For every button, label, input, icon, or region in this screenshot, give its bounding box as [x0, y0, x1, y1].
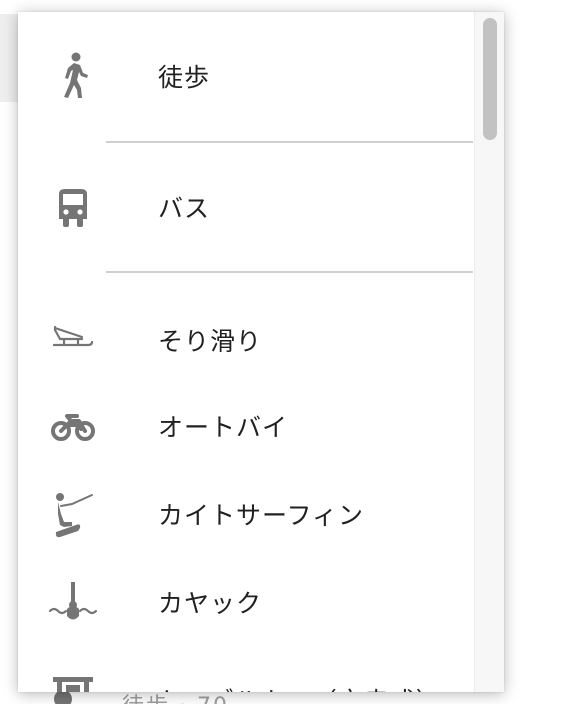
- menu-item-kayak[interactable]: カヤック: [18, 558, 474, 646]
- menu-item-label: そり滑り: [158, 327, 263, 356]
- menu-list: 徒歩 バス そり滑り オートバイ カイトサーフィン カヤック: [18, 12, 474, 692]
- menu-item-label: カイトサーフィン: [158, 501, 365, 530]
- kitesurfing-icon: [46, 488, 100, 542]
- motorcycle-icon: [46, 400, 100, 454]
- menu-item-label: バス: [158, 194, 211, 223]
- cable-car-icon: [46, 668, 100, 692]
- menu-item-bus[interactable]: バス: [18, 143, 474, 273]
- menu-item-label: カヤック: [158, 589, 263, 618]
- underlying-page-edge: [0, 14, 18, 102]
- kayak-icon: [46, 576, 100, 630]
- screen: 徒歩 · 70 徒歩: [0, 0, 566, 704]
- sled-icon: [46, 310, 100, 364]
- menu-item-kitesurfing[interactable]: カイトサーフィン: [18, 470, 474, 558]
- menu-item-motorcycle[interactable]: オートバイ: [18, 382, 474, 470]
- menu-item-label: 徒歩: [158, 63, 211, 92]
- menu-item-walking[interactable]: 徒歩: [18, 12, 474, 142]
- menu-item-label: オートバイ: [158, 413, 289, 442]
- menu-item-label: ケーブルカー（交走式）: [158, 682, 442, 692]
- menu-scrollbar-thumb[interactable]: [483, 18, 497, 140]
- underlying-row-icon: [54, 690, 72, 704]
- menu-scrollbar[interactable]: [474, 12, 504, 692]
- menu-divider: [106, 271, 473, 273]
- activity-type-menu: 徒歩 バス そり滑り オートバイ カイトサーフィン カヤック: [18, 12, 504, 692]
- walking-icon: [46, 48, 100, 102]
- menu-item-cable-car[interactable]: ケーブルカー（交走式）: [18, 646, 474, 692]
- bus-icon: [46, 181, 100, 235]
- menu-item-sled[interactable]: そり滑り: [18, 294, 474, 382]
